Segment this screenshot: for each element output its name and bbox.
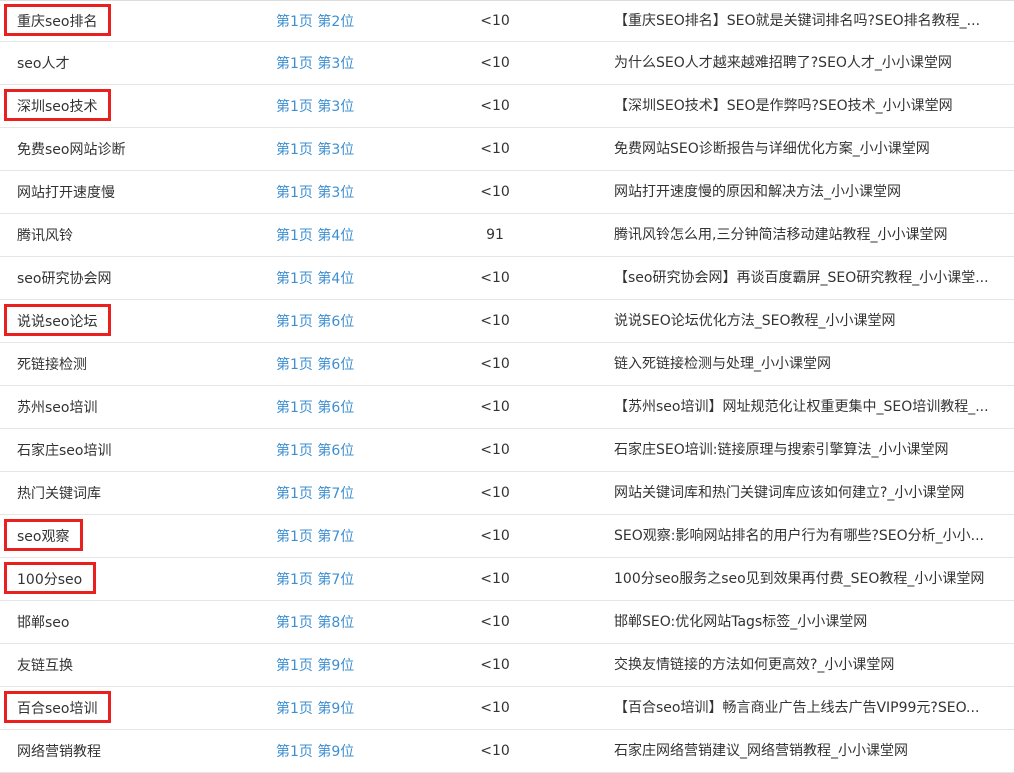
table-row: 网络营销教程 第1页 第9位 <10 石家庄网络营销建议_网络营销教程_小小课堂网 — [0, 730, 1014, 773]
rank-position-link[interactable]: 第1页 第3位 — [276, 85, 426, 127]
page-title-link[interactable]: 腾讯风铃怎么用,三分钟简洁移动建站教程_小小课堂网 — [614, 214, 989, 256]
keyword-cell[interactable]: 免费seo网站诊断 — [17, 128, 257, 170]
page-title-link[interactable]: 网站打开速度慢的原因和解决方法_小小课堂网 — [614, 171, 989, 213]
rank-position-link[interactable]: 第1页 第4位 — [276, 257, 426, 299]
rank-position-link[interactable]: 第1页 第6位 — [276, 343, 426, 385]
keyword-cell[interactable]: 腾讯风铃 — [17, 214, 257, 256]
page-title-link[interactable]: 【苏州seo培训】网址规范化让权重更集中_SEO培训教程_... — [614, 386, 989, 428]
keyword-cell[interactable]: 死链接检测 — [17, 343, 257, 385]
page-title-link[interactable]: 邯郸SEO:优化网站Tags标签_小小课堂网 — [614, 601, 989, 643]
keyword-cell[interactable]: 网站打开速度慢 — [17, 171, 257, 213]
search-index-cell: <10 — [480, 141, 510, 157]
search-index-cell: <10 — [480, 528, 510, 544]
page-title-link[interactable]: 石家庄网络营销建议_网络营销教程_小小课堂网 — [614, 730, 989, 772]
keyword-cell[interactable]: 石家庄seo培训 — [17, 429, 257, 471]
table-row: 友链互换 第1页 第9位 <10 交换友情链接的方法如何更高效?_小小课堂网 — [0, 644, 1014, 687]
table-row: 石家庄seo培训 第1页 第6位 <10 石家庄SEO培训:链接原理与搜索引擎算法_小… — [0, 429, 1014, 472]
rank-position-link[interactable]: 第1页 第8位 — [276, 601, 426, 643]
page-title-link[interactable]: 100分seo服务之seo见到效果再付费_SEO教程_小小课堂网 — [614, 558, 989, 600]
search-index-cell: <10 — [480, 399, 510, 415]
search-index-cell: <10 — [480, 55, 510, 71]
rank-position-link[interactable]: 第1页 第2位 — [276, 0, 426, 41]
page-title-link[interactable]: 网站关键词库和热门关键词库应该如何建立?_小小课堂网 — [614, 472, 989, 514]
table-row: seo人才 第1页 第3位 <10 为什么SEO人才越来越难招聘了?SEO人才_小小课… — [0, 42, 1014, 85]
keyword-cell[interactable]: seo研究协会网 — [17, 257, 257, 299]
rank-position-link[interactable]: 第1页 第9位 — [276, 730, 426, 772]
rank-position-link[interactable]: 第1页 第3位 — [276, 42, 426, 84]
keyword-cell[interactable]: 重庆seo排名 — [17, 0, 257, 41]
page-title-link[interactable]: 交换友情链接的方法如何更高效?_小小课堂网 — [614, 644, 989, 686]
keyword-cell[interactable]: 深圳seo技术 — [17, 85, 257, 127]
keyword-cell[interactable]: 苏州seo培训 — [17, 386, 257, 428]
table-row: 网站打开速度慢 第1页 第3位 <10 网站打开速度慢的原因和解决方法_小小课堂网 — [0, 171, 1014, 214]
search-index-cell: <10 — [480, 485, 510, 501]
table-row: 邯郸seo 第1页 第8位 <10 邯郸SEO:优化网站Tags标签_小小课堂网 — [0, 601, 1014, 644]
search-index-cell: <10 — [480, 657, 510, 673]
page-title-link[interactable]: 链入死链接检测与处理_小小课堂网 — [614, 343, 989, 385]
keyword-cell[interactable]: 邯郸seo — [17, 601, 257, 643]
table-row: seo观察 第1页 第7位 <10 SEO观察:影响网站排名的用户行为有哪些?SEO分… — [0, 515, 1014, 558]
page-title-link[interactable]: 【深圳SEO技术】SEO是作弊吗?SEO技术_小小课堂网 — [614, 85, 989, 127]
rank-position-link[interactable]: 第1页 第3位 — [276, 171, 426, 213]
search-index-cell: <10 — [480, 356, 510, 372]
rank-position-link[interactable]: 第1页 第7位 — [276, 515, 426, 557]
keyword-cell[interactable]: 网络营销教程 — [17, 730, 257, 772]
keyword-cell[interactable]: 100分seo — [17, 558, 257, 600]
search-index-cell: <10 — [480, 184, 510, 200]
page-title-link[interactable]: 【重庆SEO排名】SEO就是关键词排名吗?SEO排名教程_... — [614, 0, 989, 41]
rank-position-link[interactable]: 第1页 第4位 — [276, 214, 426, 256]
page-title-link[interactable]: 说说SEO论坛优化方法_SEO教程_小小课堂网 — [614, 300, 989, 342]
rank-position-link[interactable]: 第1页 第7位 — [276, 472, 426, 514]
rank-position-link[interactable]: 第1页 第6位 — [276, 429, 426, 471]
page-title-link[interactable]: 为什么SEO人才越来越难招聘了?SEO人才_小小课堂网 — [614, 42, 989, 84]
table-row: 死链接检测 第1页 第6位 <10 链入死链接检测与处理_小小课堂网 — [0, 343, 1014, 386]
table-row: 深圳seo技术 第1页 第3位 <10 【深圳SEO技术】SEO是作弊吗?SEO技术_… — [0, 85, 1014, 128]
page-title-link[interactable]: 【百合seo培训】畅言商业广告上线去广告VIP99元?SEO... — [614, 687, 989, 729]
search-index-cell: <10 — [480, 12, 510, 29]
search-index-cell: <10 — [480, 270, 510, 286]
keyword-cell[interactable]: 说说seo论坛 — [17, 300, 257, 342]
keyword-ranking-table: 重庆seo排名 第1页 第2位 <10 【重庆SEO排名】SEO就是关键词排名吗?SE… — [0, 0, 1014, 773]
rank-position-link[interactable]: 第1页 第9位 — [276, 687, 426, 729]
keyword-cell[interactable]: seo观察 — [17, 515, 257, 557]
search-index-cell: <10 — [480, 571, 510, 587]
keyword-cell[interactable]: seo人才 — [17, 42, 257, 84]
page-title-link[interactable]: 免费网站SEO诊断报告与详细优化方案_小小课堂网 — [614, 128, 989, 170]
table-row: 100分seo 第1页 第7位 <10 100分seo服务之seo见到效果再付费_SE… — [0, 558, 1014, 601]
keyword-cell[interactable]: 百合seo培训 — [17, 687, 257, 729]
table-row: seo研究协会网 第1页 第4位 <10 【seo研究协会网】再谈百度霸屏_SEO研究… — [0, 257, 1014, 300]
search-index-cell: <10 — [480, 442, 510, 458]
keyword-cell[interactable]: 友链互换 — [17, 644, 257, 686]
table-row: 苏州seo培训 第1页 第6位 <10 【苏州seo培训】网址规范化让权重更集中_SE… — [0, 386, 1014, 429]
page-title-link[interactable]: 【seo研究协会网】再谈百度霸屏_SEO研究教程_小小课堂... — [614, 257, 989, 299]
table-row: 免费seo网站诊断 第1页 第3位 <10 免费网站SEO诊断报告与详细优化方案_小小… — [0, 128, 1014, 171]
rank-position-link[interactable]: 第1页 第6位 — [276, 386, 426, 428]
search-index-cell: <10 — [480, 98, 510, 114]
table-row: 腾讯风铃 第1页 第4位 91 腾讯风铃怎么用,三分钟简洁移动建站教程_小小课堂网 — [0, 214, 1014, 257]
search-index-cell: <10 — [480, 743, 510, 759]
search-index-cell: <10 — [480, 614, 510, 630]
search-index-cell: <10 — [480, 700, 510, 716]
table-row: 说说seo论坛 第1页 第6位 <10 说说SEO论坛优化方法_SEO教程_小小课堂网 — [0, 300, 1014, 343]
rank-position-link[interactable]: 第1页 第7位 — [276, 558, 426, 600]
table-row: 重庆seo排名 第1页 第2位 <10 【重庆SEO排名】SEO就是关键词排名吗?SE… — [0, 0, 1014, 42]
page-title-link[interactable]: 石家庄SEO培训:链接原理与搜索引擎算法_小小课堂网 — [614, 429, 989, 471]
rank-position-link[interactable]: 第1页 第6位 — [276, 300, 426, 342]
keyword-cell[interactable]: 热门关键词库 — [17, 472, 257, 514]
table-row: 百合seo培训 第1页 第9位 <10 【百合seo培训】畅言商业广告上线去广告VIP… — [0, 687, 1014, 730]
rank-position-link[interactable]: 第1页 第9位 — [276, 644, 426, 686]
search-index-cell: <10 — [480, 313, 510, 329]
table-row: 热门关键词库 第1页 第7位 <10 网站关键词库和热门关键词库应该如何建立?_小小课… — [0, 472, 1014, 515]
search-index-cell: 91 — [486, 227, 504, 243]
page-title-link[interactable]: SEO观察:影响网站排名的用户行为有哪些?SEO分析_小小... — [614, 515, 989, 557]
rank-position-link[interactable]: 第1页 第3位 — [276, 128, 426, 170]
